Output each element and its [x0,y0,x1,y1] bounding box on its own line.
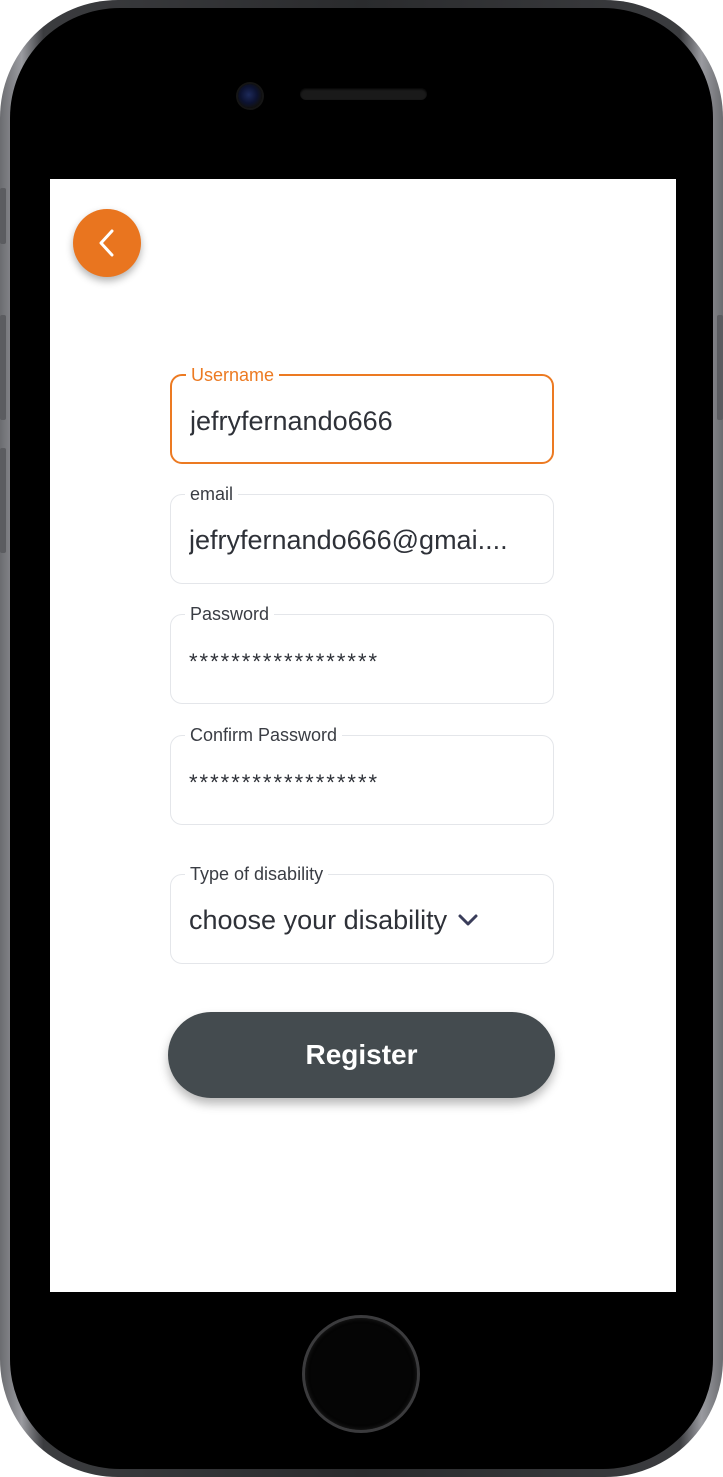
chevron-down-icon [458,914,478,926]
confirm-password-field[interactable]: Confirm Password ****************** [170,724,554,825]
confirm-password-input[interactable]: ****************** [189,766,539,800]
chevron-left-icon [99,229,114,257]
username-input[interactable]: jefryfernando666 [190,404,538,438]
volume-down-button [0,448,6,553]
earpiece-speaker [300,88,427,100]
username-label: Username [186,364,280,386]
disability-select[interactable]: Type of disability choose your disabilit… [170,863,554,964]
phone-frame: Username jefryfernando666 email jefryfer… [0,0,723,1477]
back-button[interactable] [73,209,141,277]
email-input[interactable]: jefryfernando666@gmai.... [189,523,539,557]
password-input[interactable]: ****************** [189,645,539,679]
disability-selected-value: choose your disability [189,905,448,935]
password-field[interactable]: Password ****************** [170,603,554,704]
app-screen: Username jefryfernando666 email jefryfer… [50,179,676,1292]
password-label: Password [185,603,275,625]
username-field[interactable]: Username jefryfernando666 [170,364,554,464]
volume-up-button [0,315,6,420]
power-button [717,315,723,420]
email-label: email [185,483,239,505]
register-button[interactable]: Register [168,1012,555,1098]
home-button[interactable] [305,1318,417,1430]
disability-label: Type of disability [185,863,329,885]
disability-select-row[interactable]: choose your disability [189,903,479,937]
mute-switch [0,188,6,244]
confirm-password-label: Confirm Password [185,724,343,746]
front-camera [238,84,262,108]
email-field[interactable]: email jefryfernando666@gmai.... [170,483,554,584]
